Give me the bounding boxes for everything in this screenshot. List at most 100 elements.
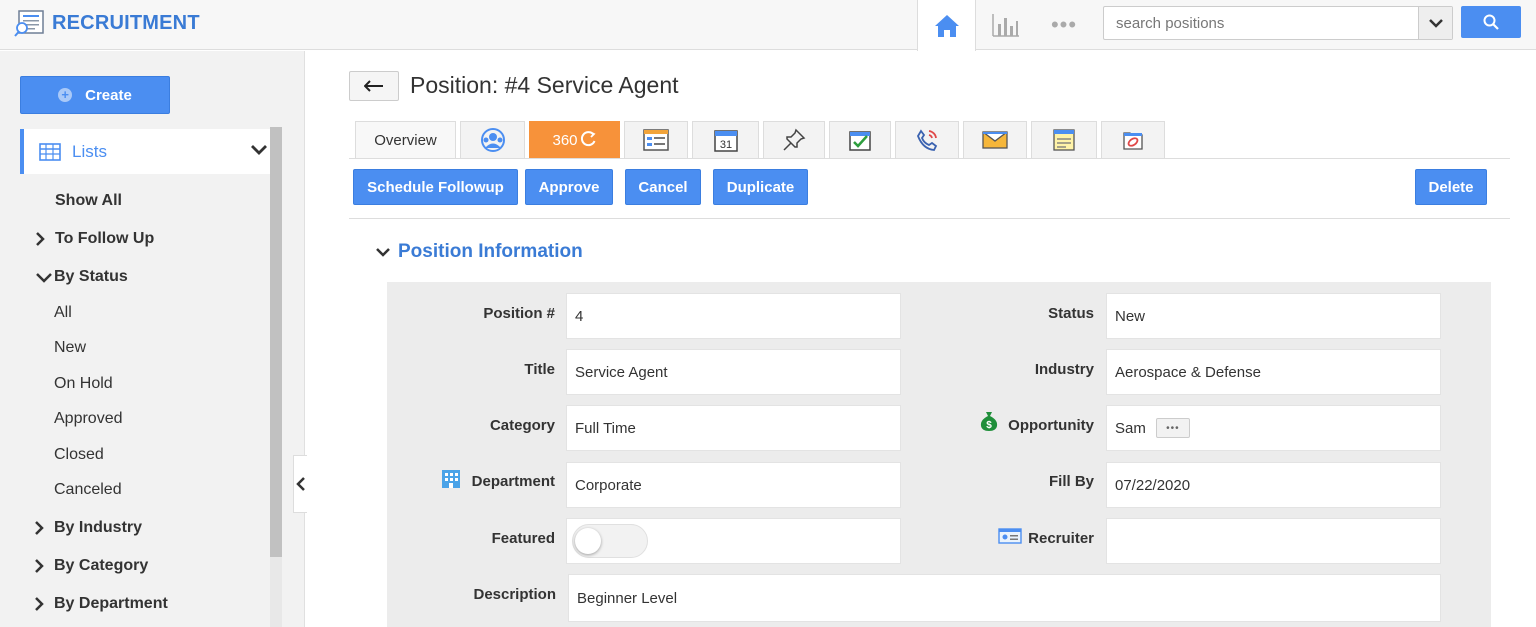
sidebar-item-status-closed[interactable]: Closed [54, 446, 104, 464]
cancel-button[interactable]: Cancel [625, 169, 701, 205]
delete-button[interactable]: Delete [1415, 169, 1487, 205]
reports-nav-button[interactable] [986, 6, 1026, 44]
tab-contacts[interactable] [460, 121, 525, 158]
actions-divider [349, 218, 1510, 219]
create-button[interactable]: + Create [20, 76, 170, 114]
sidebar-item-status-new[interactable]: New [54, 339, 86, 357]
tab-360[interactable]: 360 [529, 121, 620, 158]
position-information-header[interactable]: Position Information [376, 241, 583, 263]
description-value: Beginner Level [577, 589, 678, 607]
fill-by-field[interactable]: 07/22/2020 [1106, 462, 1441, 508]
sidebar-item-label: By Department [54, 595, 168, 612]
form-list-icon [643, 129, 669, 151]
sidebar-item-status-all[interactable]: All [54, 304, 72, 322]
bar-chart-icon [992, 14, 1019, 37]
position-number-field[interactable]: 4 [566, 293, 901, 339]
tab-attachments[interactable] [1101, 121, 1165, 158]
tab-tasks[interactable] [829, 121, 891, 158]
home-nav-button[interactable] [917, 0, 976, 51]
chevron-down-icon [36, 273, 52, 283]
sidebar-item-label: Closed [54, 446, 104, 463]
sidebar-item-label: Show All [55, 192, 122, 209]
sidebar-item-status-approved[interactable]: Approved [54, 410, 123, 428]
title-label: Title [524, 361, 555, 378]
position-number-label: Position # [483, 305, 555, 322]
sidebar-item-label: To Follow Up [55, 230, 155, 247]
search-dropdown-button[interactable] [1418, 7, 1452, 39]
industry-field[interactable]: Aerospace & Defense [1106, 349, 1441, 395]
tab-calendar[interactable]: 31 [692, 121, 759, 158]
description-label: Description [473, 586, 556, 603]
opportunity-label: Opportunity [1008, 417, 1094, 434]
tab-notes[interactable] [1031, 121, 1097, 158]
sidebar-item-label: All [54, 304, 72, 321]
sidebar-item-label: Approved [54, 410, 123, 427]
brand[interactable]: RECRUITMENT [14, 8, 200, 38]
tab-calls[interactable] [895, 121, 959, 158]
sidebar-item-show-all[interactable]: Show All [55, 192, 122, 210]
approve-button[interactable]: Approve [525, 169, 613, 205]
calendar-icon: 31 [713, 130, 738, 152]
tab-label: Overview [374, 131, 437, 149]
phone-icon [917, 129, 938, 151]
opportunity-field[interactable]: Sam ••• [1106, 405, 1441, 451]
sidebar-item-label: Canceled [54, 481, 122, 498]
sidebar-item-by-status[interactable]: By Status [36, 268, 128, 286]
tab-details[interactable] [624, 121, 688, 158]
title-field[interactable]: Service Agent [566, 349, 901, 395]
category-label: Category [489, 417, 555, 434]
building-icon [442, 470, 460, 488]
tab-emails[interactable] [963, 121, 1027, 158]
back-button[interactable] [349, 71, 399, 101]
duplicate-button[interactable]: Duplicate [713, 169, 808, 205]
more-nav-button[interactable]: ••• [1044, 12, 1084, 38]
sidebar-item-by-industry[interactable]: By Industry [35, 519, 143, 537]
lists-header[interactable]: Lists [20, 129, 270, 174]
chevron-down-icon [376, 248, 390, 257]
opportunity-value[interactable]: Sam [1115, 420, 1146, 437]
toggle-knob [575, 528, 601, 554]
sidebar-item-status-on-hold[interactable]: On Hold [54, 375, 113, 393]
recruiter-label: Recruiter [1028, 530, 1094, 547]
chevron-right-icon [35, 597, 44, 611]
opportunity-more-button[interactable]: ••• [1155, 418, 1190, 438]
money-bag-icon: $ [980, 412, 998, 431]
sidebar: + Create Lists Show All To Follow Up By … [0, 51, 305, 627]
home-icon [934, 14, 959, 37]
sidebar-item-status-canceled[interactable]: Canceled [54, 481, 122, 499]
sidebar-item-label: By Category [54, 557, 149, 574]
category-field[interactable]: Full Time [566, 405, 901, 451]
description-field[interactable]: Beginner Level [568, 574, 1441, 622]
status-value: New [1115, 307, 1146, 325]
refresh-icon [580, 131, 596, 147]
category-value: Full Time [575, 419, 636, 437]
sidebar-collapse-button[interactable] [293, 455, 307, 513]
industry-label: Industry [1034, 361, 1094, 378]
industry-value: Aerospace & Defense [1115, 363, 1261, 381]
sidebar-item-label: New [54, 339, 87, 356]
sidebar-item-label: By Industry [54, 519, 143, 536]
tab-pins[interactable] [763, 121, 825, 158]
table-grid-icon [39, 142, 61, 161]
tab-label: 360 [552, 131, 578, 149]
lists-label: Lists [72, 141, 107, 161]
sidebar-item-to-follow-up[interactable]: To Follow Up [36, 230, 155, 248]
department-field[interactable]: Corporate [566, 462, 901, 508]
sidebar-item-by-category[interactable]: By Category [35, 557, 149, 575]
attachment-icon [1123, 132, 1143, 150]
recruiter-field[interactable] [1106, 518, 1441, 564]
chevron-right-icon [36, 232, 45, 246]
department-value: Corporate [575, 476, 642, 494]
schedule-followup-button[interactable]: Schedule Followup [353, 169, 518, 205]
sidebar-item-label: By Status [54, 268, 128, 285]
record-tabs: Overview 360 31 [355, 121, 1169, 158]
search-input[interactable] [1104, 7, 1419, 39]
checkbox-task-icon [849, 131, 871, 151]
tab-overview[interactable]: Overview [355, 121, 456, 158]
featured-toggle[interactable] [572, 524, 648, 558]
top-bar: RECRUITMENT ••• [0, 0, 1536, 51]
sidebar-item-by-department[interactable]: By Department [35, 595, 168, 613]
sidebar-scrollbar-thumb[interactable] [270, 127, 282, 557]
search-button[interactable] [1461, 6, 1521, 38]
status-field[interactable]: New [1106, 293, 1441, 339]
